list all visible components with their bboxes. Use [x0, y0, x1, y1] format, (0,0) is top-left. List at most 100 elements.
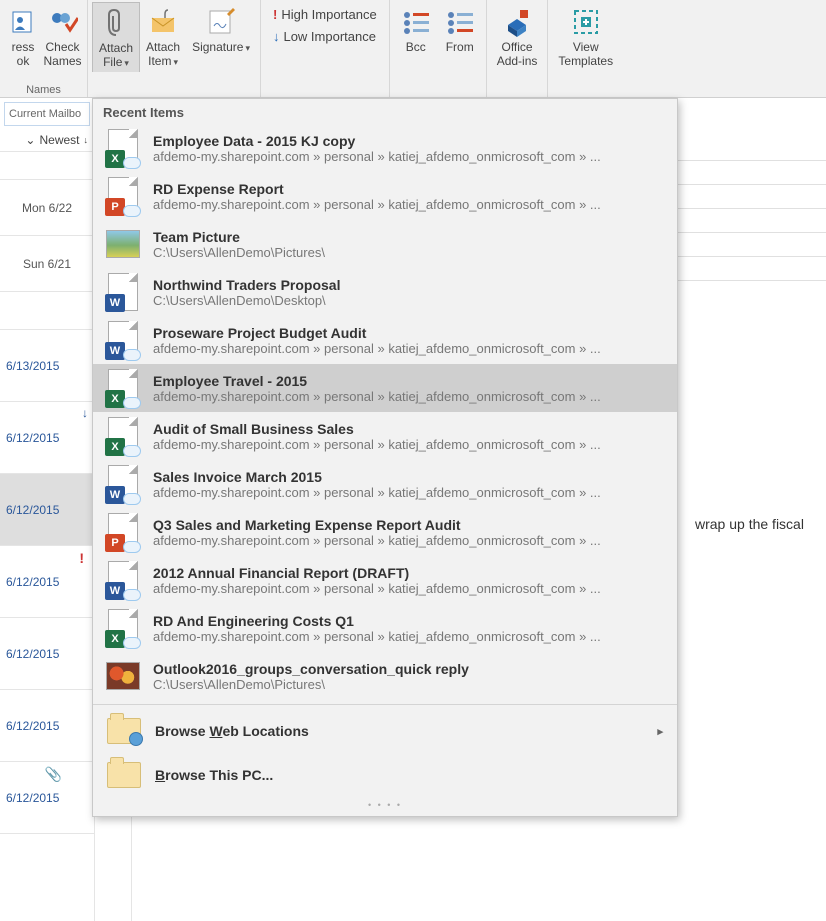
message-list-row[interactable]: 6/12/2015 [0, 618, 94, 690]
recent-item-name: Employee Travel - 2015 [153, 373, 601, 389]
browse-web-locations[interactable]: Browse Web Locations ▸ [93, 709, 677, 753]
check-names-button[interactable]: Check Names [42, 2, 83, 70]
recent-item-name: Audit of Small Business Sales [153, 421, 601, 437]
ppt-file-icon: P [103, 176, 143, 216]
check-names-icon [47, 6, 79, 38]
recent-item[interactable]: X Employee Travel - 2015afdemo-my.sharepo… [93, 364, 677, 412]
flower-file-icon [103, 656, 143, 696]
recent-item[interactable]: WNorthwind Traders ProposalC:\Users\Alle… [93, 268, 677, 316]
recent-item[interactable]: Team PictureC:\Users\AllenDemo\Pictures\ [93, 220, 677, 268]
excel-file-icon: X [103, 368, 143, 408]
message-list-row[interactable]: 6/13/2015 [0, 330, 94, 402]
message-list-row[interactable]: 6/12/2015📎 [0, 762, 94, 834]
sort-newest-button[interactable]: ⌄Newest↓ [0, 128, 94, 152]
chevron-down-icon: ▾ [245, 43, 250, 53]
recent-item-path: C:\Users\AllenDemo\Pictures\ [153, 245, 325, 260]
address-book-button[interactable]: ress ok [4, 2, 42, 70]
recent-item[interactable]: W Proseware Project Budget Auditafdemo-my… [93, 316, 677, 364]
chevron-right-icon: ▸ [657, 725, 663, 738]
recent-item-path: afdemo-my.sharepoint.com » personal » ka… [153, 341, 601, 356]
folder-icon [107, 761, 141, 789]
recent-item[interactable]: W 2012 Annual Financial Report (DRAFT)afd… [93, 556, 677, 604]
message-list-row[interactable]: 6/12/2015↓ [0, 402, 94, 474]
word-file-icon: W [103, 272, 143, 312]
excel-file-icon: X [103, 128, 143, 168]
message-list: Current Mailbo ⌄Newest↓ Mon 6/22Sun 6/21… [0, 98, 95, 921]
attach-file-button[interactable]: Attach File▾ [92, 2, 140, 72]
message-list-row[interactable]: 6/12/2015 [0, 474, 94, 546]
chevron-down-icon: ⌄ [25, 133, 35, 147]
recent-item-path: afdemo-my.sharepoint.com » personal » ka… [153, 533, 601, 548]
recent-item-path: afdemo-my.sharepoint.com » personal » ka… [153, 437, 601, 452]
message-list-row[interactable]: Sun 6/21 [0, 236, 94, 292]
recent-item-path: afdemo-my.sharepoint.com » personal » ka… [153, 485, 601, 500]
recent-item-name: Proseware Project Budget Audit [153, 325, 601, 341]
view-templates-button[interactable]: View Templates [552, 2, 619, 70]
high-importance-button[interactable]: !High Importance [273, 6, 377, 24]
ppt-file-icon: P [103, 512, 143, 552]
search-input[interactable]: Current Mailbo [4, 102, 90, 126]
resize-handle[interactable]: • • • • [93, 797, 677, 810]
forward-arrow-icon: ↓ [82, 406, 88, 420]
recent-item-name: Q3 Sales and Marketing Expense Report Au… [153, 517, 601, 533]
low-importance-button[interactable]: ↓Low Importance [273, 28, 377, 46]
recent-item[interactable]: P RD Expense Reportafdemo-my.sharepoint.c… [93, 172, 677, 220]
recent-items-header: Recent Items [93, 99, 677, 124]
image-file-icon [103, 224, 143, 264]
exclamation-icon: ! [79, 550, 84, 566]
recent-item[interactable]: XRD And Engineering Costs Q1afdemo-my.sh… [93, 604, 677, 652]
word-file-icon: W [103, 560, 143, 600]
recent-item-name: 2012 Annual Financial Report (DRAFT) [153, 565, 601, 581]
addins-icon [501, 6, 533, 38]
recent-item[interactable]: WSales Invoice March 2015afdemo-my.share… [93, 460, 677, 508]
recent-item[interactable]: X Audit of Small Business Salesafdemo-my.… [93, 412, 677, 460]
message-list-row[interactable]: 6/12/2015 [0, 690, 94, 762]
recent-item[interactable]: Outlook2016_groups_conversation_quick re… [93, 652, 677, 700]
recent-item-path: afdemo-my.sharepoint.com » personal » ka… [153, 581, 601, 596]
message-body-text: wrap up the fiscal [695, 516, 804, 532]
attach-item-icon [147, 6, 179, 38]
recent-item-path: afdemo-my.sharepoint.com » personal » ka… [153, 197, 601, 212]
recent-item-name: Team Picture [153, 229, 325, 245]
recent-item-name: Employee Data - 2015 KJ copy [153, 133, 601, 149]
recent-item-path: C:\Users\AllenDemo\Desktop\ [153, 293, 340, 308]
chevron-down-icon: ▾ [173, 57, 178, 67]
chevron-down-icon: ↓ [84, 135, 89, 145]
chevron-down-icon: ▾ [124, 58, 129, 68]
bcc-icon [400, 6, 432, 38]
excel-file-icon: X [103, 416, 143, 456]
paperclip-icon: 📎 [45, 766, 62, 783]
message-list-row[interactable] [0, 292, 94, 330]
attach-item-button[interactable]: Attach Item▾ [140, 2, 186, 71]
from-button[interactable]: From [438, 2, 482, 56]
recent-item-name: RD Expense Report [153, 181, 601, 197]
message-list-row[interactable]: 6/12/2015! [0, 546, 94, 618]
excel-file-icon: X [103, 608, 143, 648]
recent-item-path: afdemo-my.sharepoint.com » personal » ka… [153, 389, 601, 404]
templates-icon [570, 6, 602, 38]
names-group-label: Names [0, 84, 87, 96]
browse-this-pc[interactable]: Browse This PC... [93, 753, 677, 797]
folder-globe-icon [107, 717, 141, 745]
paperclip-icon [100, 7, 132, 39]
signature-button[interactable]: Signature▾ [186, 2, 256, 57]
down-arrow-icon: ↓ [273, 28, 280, 46]
recent-item[interactable]: P Q3 Sales and Marketing Expense Report A… [93, 508, 677, 556]
recent-item-path: C:\Users\AllenDemo\Pictures\ [153, 677, 469, 692]
word-file-icon: W [103, 320, 143, 360]
message-list-row[interactable]: Mon 6/22 [0, 180, 94, 236]
bcc-button[interactable]: Bcc [394, 2, 438, 56]
message-list-row[interactable] [0, 152, 94, 180]
attach-file-dropdown: Recent Items X Employee Data - 2015 KJ co… [92, 98, 678, 817]
signature-icon [205, 6, 237, 38]
from-icon [444, 6, 476, 38]
recent-item-name: Outlook2016_groups_conversation_quick re… [153, 661, 469, 677]
office-addins-button[interactable]: Office Add-ins [491, 2, 544, 70]
word-file-icon: W [103, 464, 143, 504]
recent-item-path: afdemo-my.sharepoint.com » personal » ka… [153, 629, 601, 644]
exclamation-icon: ! [273, 6, 277, 24]
address-book-icon [7, 6, 39, 38]
recent-item[interactable]: X Employee Data - 2015 KJ copyafdemo-my.s… [93, 124, 677, 172]
ribbon: ress ok Check Names Names Attach File▾ [0, 0, 826, 98]
recent-item-path: afdemo-my.sharepoint.com » personal » ka… [153, 149, 601, 164]
